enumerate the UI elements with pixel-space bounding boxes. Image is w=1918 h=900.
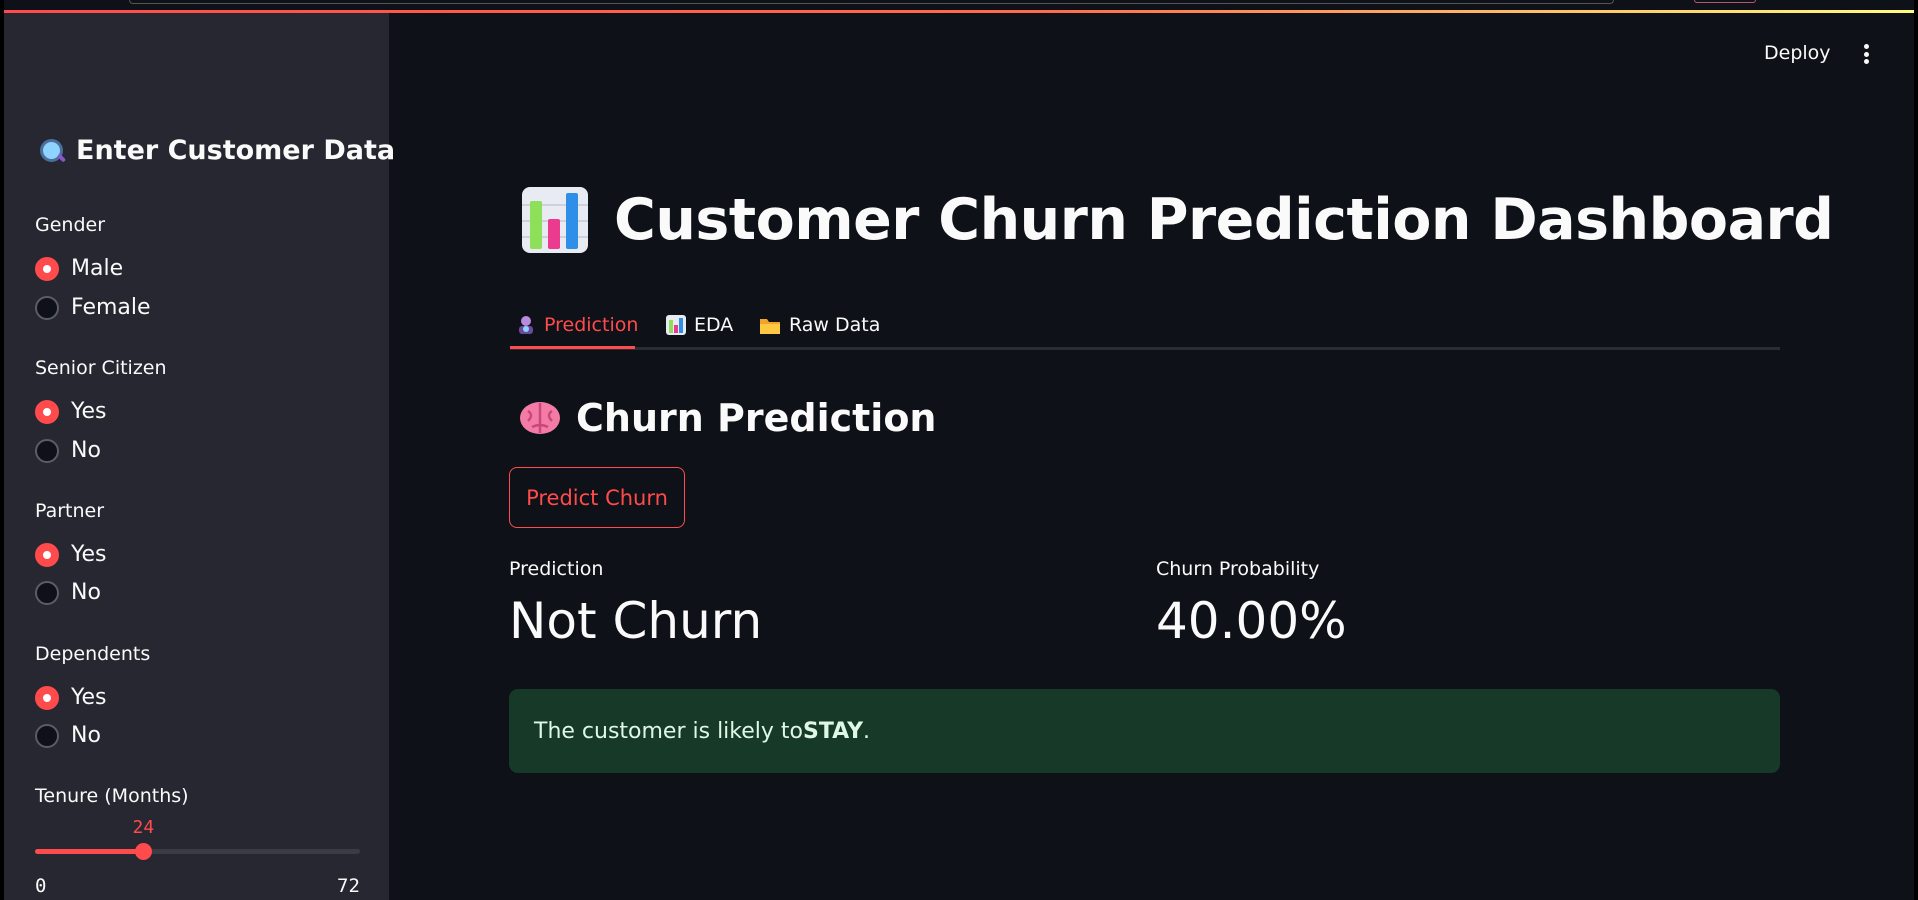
bar-chart-icon <box>522 187 588 253</box>
tenure-max: 72 <box>337 875 360 897</box>
partner-option-yes[interactable]: Yes <box>35 542 107 567</box>
fortune-teller-icon <box>519 316 533 334</box>
radio-selected-icon[interactable] <box>35 542 59 567</box>
page-title-text: Customer Churn Prediction Dashboard <box>614 187 1834 253</box>
tab-bar: Prediction EDA Raw Data <box>510 300 1780 350</box>
radio-label: No <box>71 723 101 748</box>
tab-raw-data[interactable]: Raw Data <box>759 305 880 345</box>
alert-suffix: . <box>863 718 870 744</box>
alert-text: The customer is likely to <box>534 718 803 744</box>
sidebar: Enter Customer Data Gender Male Female S… <box>4 13 395 900</box>
app-window: Enter Customer Data Gender Male Female S… <box>4 0 1914 900</box>
senior-citizen-label: Senior Citizen <box>35 357 167 379</box>
metric-prediction-value: Not Churn <box>509 592 763 650</box>
metric-probability-label: Churn Probability <box>1156 558 1320 580</box>
radio-selected-icon[interactable] <box>35 685 59 710</box>
metric-probability-value: 40.00% <box>1156 592 1347 650</box>
tab-label: Prediction <box>544 314 639 336</box>
radio-selected-icon[interactable] <box>35 399 59 424</box>
radio-label: No <box>71 580 101 605</box>
main-menu-icon[interactable] <box>1860 42 1872 66</box>
radio-unselected-icon[interactable] <box>35 295 59 320</box>
dependents-option-yes[interactable]: Yes <box>35 685 107 710</box>
partner-label: Partner <box>35 500 105 522</box>
sidebar-title-text: Enter Customer Data <box>76 135 396 166</box>
radio-label: No <box>71 438 101 463</box>
senior-option-yes[interactable]: Yes <box>35 399 107 424</box>
tenure-slider-thumb[interactable] <box>135 843 153 860</box>
section-title: Churn Prediction <box>518 396 936 440</box>
tenure-slider-fill <box>35 849 144 854</box>
folder-icon <box>760 319 780 334</box>
tenure-label: Tenure (Months) <box>35 785 189 807</box>
gender-label: Gender <box>35 214 106 236</box>
radio-label: Yes <box>71 542 107 567</box>
active-tab-indicator <box>510 346 635 349</box>
radio-unselected-icon[interactable] <box>35 438 59 463</box>
bar-chart-icon <box>666 315 686 335</box>
magnifier-icon <box>38 137 66 165</box>
tenure-min: 0 <box>35 875 47 897</box>
radio-label: Yes <box>71 685 107 710</box>
brain-icon <box>520 402 560 434</box>
tenure-value: 24 <box>132 817 155 838</box>
browser-bar-edge <box>129 0 1614 4</box>
radio-unselected-icon[interactable] <box>35 580 59 605</box>
section-title-text: Churn Prediction <box>576 396 937 440</box>
metric-prediction-label: Prediction <box>509 558 604 580</box>
page-title: Customer Churn Prediction Dashboard <box>520 185 1834 255</box>
radio-label: Male <box>71 256 124 281</box>
tab-label: Raw Data <box>789 314 881 336</box>
tenure-slider[interactable] <box>35 843 360 860</box>
sidebar-title: Enter Customer Data <box>38 135 395 166</box>
radio-label: Yes <box>71 399 107 424</box>
predict-churn-button[interactable]: Predict Churn <box>509 467 685 528</box>
deploy-button[interactable]: Deploy <box>1764 42 1831 64</box>
tab-prediction[interactable]: Prediction <box>516 305 638 345</box>
partner-option-no[interactable]: No <box>35 580 101 605</box>
alert-emphasis: STAY <box>803 718 863 744</box>
success-alert: The customer is likely to STAY. <box>509 689 1780 773</box>
radio-unselected-icon[interactable] <box>35 723 59 748</box>
gender-option-female[interactable]: Female <box>35 295 151 320</box>
gender-option-male[interactable]: Male <box>35 256 123 281</box>
radio-label: Female <box>71 295 151 320</box>
tab-eda[interactable]: EDA <box>666 305 733 345</box>
dependents-option-no[interactable]: No <box>35 723 101 748</box>
dependents-label: Dependents <box>35 643 151 665</box>
radio-selected-icon[interactable] <box>35 256 59 281</box>
browser-button-edge <box>1694 0 1756 3</box>
senior-option-no[interactable]: No <box>35 438 101 463</box>
tab-label: EDA <box>694 314 734 336</box>
